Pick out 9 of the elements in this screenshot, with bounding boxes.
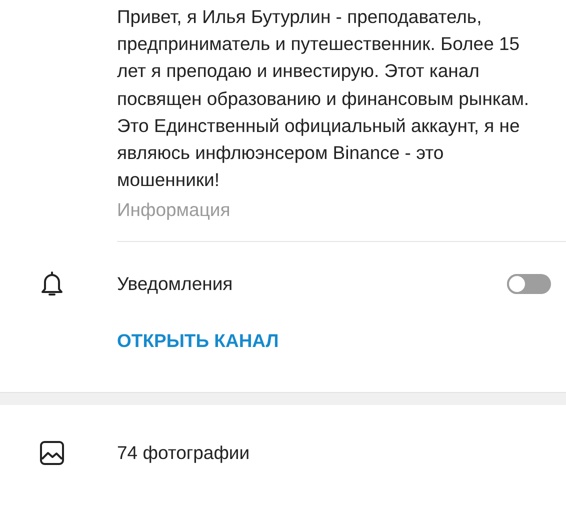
info-caption: Информация bbox=[117, 198, 232, 222]
image-icon bbox=[38, 440, 64, 466]
bell-icon bbox=[38, 270, 64, 298]
media-item[interactable]: 74 фотографии bbox=[117, 442, 566, 464]
notifications-toggle[interactable] bbox=[507, 274, 551, 294]
open-channel-button[interactable]: ОТКРЫТЬ КАНАЛ bbox=[117, 326, 279, 392]
description-text: Привет, я Илья Бутурлин - преподаватель, предприниматель и путешественник. Более 15 лет я преподаю и инвестирую. Этот канал посвящен образованию и финансовым рынкам. bbox=[117, 5, 530, 111]
notifications-label: Уведомления bbox=[117, 273, 234, 296]
description-text: Это Единственный официальный аккаунт, я не являюсь инфлюэнсером Binance - это мошенники! bbox=[117, 114, 521, 192]
